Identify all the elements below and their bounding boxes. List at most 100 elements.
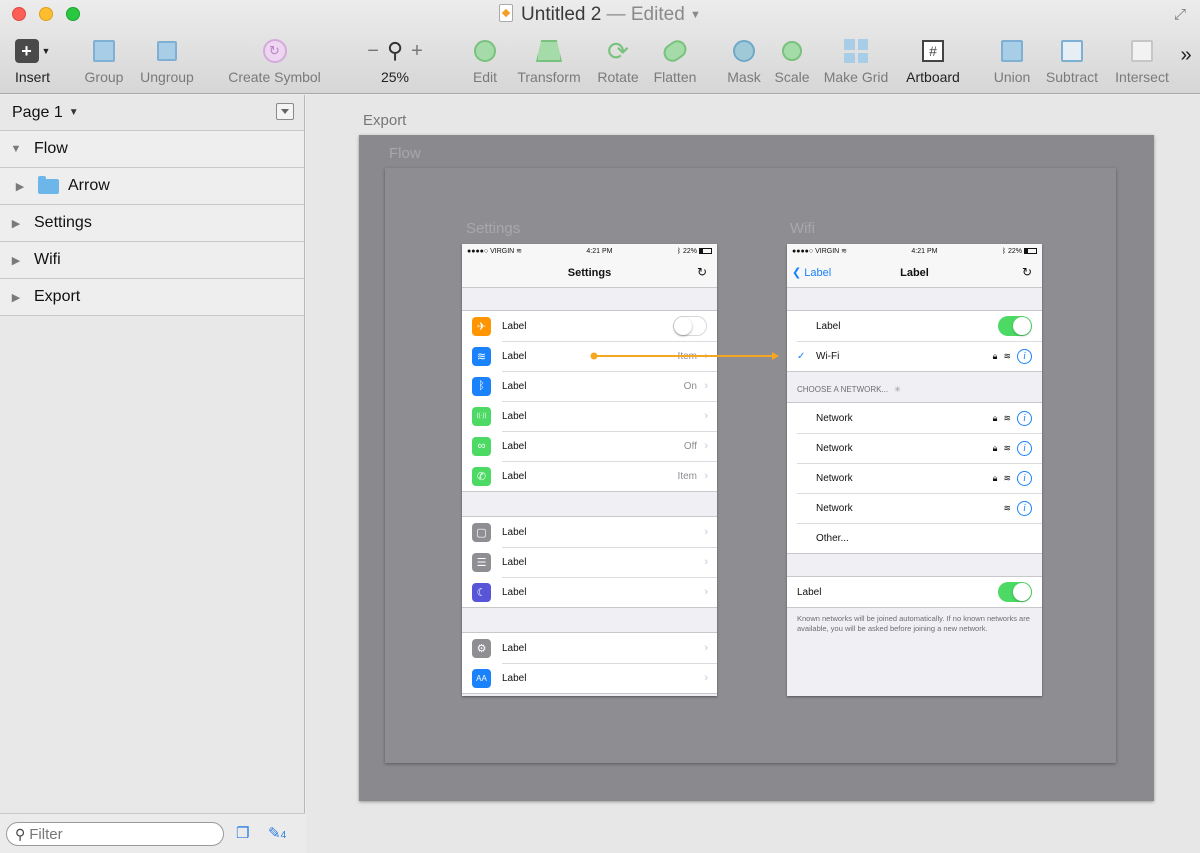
disclosure-open-icon[interactable]: ▼ [4,143,28,155]
airplane-icon: ✈ [472,316,491,336]
zoom-in-button[interactable]: + [411,40,423,63]
bluetooth-icon: ᛒ [472,376,491,396]
edited-layers-icon[interactable]: ✎4 [268,824,286,842]
connected-network-row[interactable]: ✓ Wi-Fi 🔒︎ ≋ i [787,341,1042,371]
network-row[interactable]: Network 🔒︎ ≋ i [787,463,1042,493]
settings-row[interactable]: ✈ Label [462,311,717,341]
disclosure-closed-icon[interactable]: ▶ [8,180,32,193]
transform-button[interactable]: Transform [514,36,584,85]
edit-button[interactable]: Edit [468,36,502,85]
artboard-title-export[interactable]: Export [363,112,406,129]
other-network-row[interactable]: Other... [787,523,1042,553]
layer-export[interactable]: ▶ Export [0,279,304,316]
document-icon [499,4,514,22]
wifi-toggle-row[interactable]: Label [787,311,1042,341]
row-label: Label [502,556,527,568]
network-row[interactable]: Network 🔒︎ ≋ i [787,403,1042,433]
chevron-down-icon: ▼ [68,107,79,118]
intersect-button[interactable]: Intersect [1111,36,1173,85]
collapse-pages-button[interactable] [276,103,294,120]
settings-row[interactable]: ▢ Label › [462,517,717,547]
network-status: ≋ i [1003,500,1032,516]
group-button[interactable]: Group [82,36,126,85]
refresh-icon[interactable]: ↻ [1022,265,1032,279]
artboard-settings[interactable]: ●●●●○ VIRGIN ≋ 4:21 PM ᛒ 22% Settings ↻ … [462,244,717,696]
union-button[interactable]: Union [990,36,1034,85]
ask-join-toggle[interactable] [998,582,1032,602]
refresh-icon[interactable]: ↻ [697,265,707,279]
artboard-title-settings[interactable]: Settings [466,220,520,237]
settings-row[interactable]: AA Label › [462,663,717,693]
settings-row[interactable]: ☰ Label › [462,547,717,577]
artboard-wifi[interactable]: ●●●●○ VIRGIN ≋ 4:21 PM ᛒ 22% ❮ Label Lab… [787,244,1042,696]
document-title[interactable]: Untitled 2 — Edited ▼ [0,4,1200,26]
row-value: Off [683,440,697,452]
settings-row[interactable]: ☾ Label › [462,577,717,607]
artboard-title-flow[interactable]: Flow [389,145,421,162]
info-icon[interactable]: i [1017,470,1032,486]
settings-row[interactable]: ✆ Label Item › [462,461,717,491]
flatten-label: Flatten [653,69,697,85]
notifications-icon: ▢ [472,522,491,542]
transform-label: Transform [517,69,581,85]
back-button[interactable]: ❮ Label [792,266,831,279]
make-grid-button[interactable]: Make Grid [821,36,891,85]
subtract-button[interactable]: Subtract [1042,36,1102,85]
network-status: 🔒︎ ≋ i [993,440,1032,456]
filter-field[interactable]: ⚲ Filter [6,822,224,846]
lock-icon: 🔒︎ [992,350,998,361]
network-name: Network [816,502,853,514]
edit-icon [474,40,496,62]
lock-icon: 🔒︎ [992,412,998,423]
settings-row[interactable]: ⚙ Label › [462,633,717,663]
toggle-switch[interactable] [673,316,707,336]
zoom-level[interactable]: 25% [355,69,435,85]
scale-button[interactable]: Scale [773,36,811,85]
artboard-icon: # [922,40,944,62]
wifi-icon: ≋ [1003,442,1011,453]
info-icon[interactable]: i [1017,410,1032,426]
network-name: Network [816,472,853,484]
copy-layers-icon[interactable]: ❐ [236,824,249,842]
row-value: Item [677,470,697,482]
arrow-head [772,352,779,360]
ask-join-row[interactable]: Label [787,577,1042,607]
settings-row[interactable]: ((·)) Label › [462,401,717,431]
wifi-icon: ≋ [1003,350,1011,361]
network-row[interactable]: Network ≋ i [787,493,1042,523]
layer-arrow[interactable]: ▶ Arrow [0,168,304,205]
flow-arrow[interactable] [590,351,780,361]
page-selector[interactable]: Page 1 ▼ [0,95,304,131]
info-icon[interactable]: i [1017,500,1032,516]
info-icon[interactable]: i [1017,440,1032,456]
wifi-toggle[interactable] [998,316,1032,336]
disclosure-closed-icon[interactable]: ▶ [4,217,28,230]
flatten-button[interactable]: Flatten [650,36,700,85]
toolbar-overflow-button[interactable]: » [1176,44,1196,67]
layer-wifi[interactable]: ▶ Wifi [0,242,304,279]
create-symbol-button[interactable]: ↻ Create Symbol [226,36,323,85]
layer-flow[interactable]: ▼ Flow [0,131,304,168]
info-icon[interactable]: i [1017,348,1032,364]
fullscreen-icon[interactable]: ⤢ [1174,6,1190,23]
settings-row[interactable]: ∞ Label Off › [462,431,717,461]
rotate-button[interactable]: ⟳ Rotate [595,36,641,86]
disclosure-closed-icon[interactable]: ▶ [4,291,28,304]
disclosure-closed-icon[interactable]: ▶ [4,254,28,267]
settings-group: ✈ Label ≋ Label Item › ᛒ Label On › ((·)) Label › ∞ La… [462,310,717,492]
network-row[interactable]: Network 🔒︎ ≋ i [787,433,1042,463]
artboard-title-wifi[interactable]: Wifi [790,220,815,237]
artboard-button[interactable]: # Artboard [900,36,966,85]
nav-bar: Settings ↻ [462,258,717,288]
insert-label: Insert [14,69,50,85]
layer-settings[interactable]: ▶ Settings [0,205,304,242]
footnote: Known networks will be joined automatica… [797,614,1030,633]
row-label: Label [502,350,527,362]
settings-row[interactable]: ᛒ Label On › [462,371,717,401]
insert-button[interactable]: + ▼ Insert [10,36,55,85]
mask-button[interactable]: Mask [725,36,763,85]
ungroup-label: Ungroup [140,69,194,85]
ungroup-button[interactable]: Ungroup [137,36,197,85]
zoom-out-button[interactable]: − [367,40,379,63]
